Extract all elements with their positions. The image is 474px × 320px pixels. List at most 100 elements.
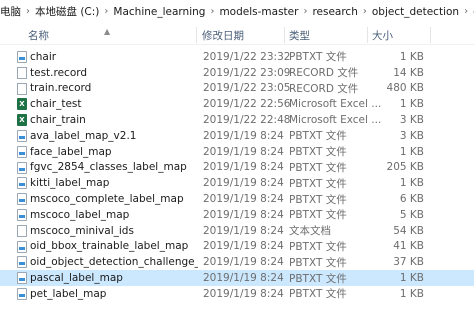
file-date: 2019/1/19 8:24 <box>203 272 284 285</box>
pbtxt-file-icon <box>17 208 27 221</box>
file-type: PBTXT 文件 <box>289 130 347 143</box>
file-size: 1 KB <box>399 287 424 300</box>
file-name: pet_label_map <box>30 287 107 300</box>
chevron-right-icon[interactable]: › <box>301 6 309 17</box>
file-date: 2019/1/19 8:24 <box>203 240 284 253</box>
column-header-name[interactable]: 名称 <box>28 25 49 45</box>
column-header-type[interactable]: 类型 <box>289 25 310 45</box>
file-name: kitti_label_map <box>30 177 110 190</box>
chevron-right-icon[interactable]: › <box>361 6 369 17</box>
file-name: face_label_map <box>30 145 112 158</box>
file-date: 2019/1/22 22:56 <box>203 98 291 111</box>
file-date: 2019/1/19 8:24 <box>203 161 284 174</box>
file-row[interactable]: mscoco_minival_ids 2019/1/19 8:24 文本文档 54 K… <box>0 223 474 239</box>
file-type: PBTXT 文件 <box>289 272 347 285</box>
column-divider[interactable] <box>367 27 368 43</box>
file-size: 1 KB <box>399 272 424 285</box>
pbtxt-file-icon <box>17 240 27 253</box>
file-date: 2019/1/19 8:24 <box>203 287 284 300</box>
file-row[interactable]: Xchair_test 2019/1/22 22:56 Microsoft Exce… <box>0 96 474 112</box>
excel-icon: X <box>17 114 27 127</box>
file-row[interactable]: test.record 2019/1/22 23:09 RECORD 文件 14 KB <box>0 65 474 81</box>
file-date: 2019/1/22 23:05 <box>203 82 291 95</box>
chevron-right-icon[interactable]: › <box>102 6 110 17</box>
file-row[interactable]: pascal_label_map 2019/1/19 8:24 PBTXT 文件 1 … <box>0 270 474 286</box>
pbtxt-file-icon <box>17 129 27 142</box>
pbtxt-file-icon <box>17 256 27 269</box>
file-name: ava_label_map_v2.1 <box>30 129 137 142</box>
file-row[interactable]: Xchair_train 2019/1/22 22:48 Microsoft Exc… <box>0 112 474 128</box>
file-name: mscoco_minival_ids <box>30 224 134 237</box>
file-date: 2019/1/19 8:24 <box>203 177 284 190</box>
pbtxt-file-icon <box>17 161 27 174</box>
file-name: chair_test <box>30 98 82 111</box>
file-type: PBTXT 文件 <box>289 51 347 64</box>
file-name: mscoco_complete_label_map <box>30 193 184 206</box>
file-size: 54 KB <box>393 224 424 237</box>
pbtxt-file-icon <box>17 177 27 190</box>
breadcrumb-item-data[interactable]: data <box>470 6 474 18</box>
file-row[interactable]: mscoco_complete_label_map 2019/1/19 8:24 P… <box>0 191 474 207</box>
file-date: 2019/1/19 8:24 <box>203 256 284 269</box>
file-name: oid_bbox_trainable_label_map <box>30 240 189 253</box>
file-type: PBTXT 文件 <box>289 256 347 269</box>
file-type: PBTXT 文件 <box>289 193 347 206</box>
file-row[interactable]: mscoco_label_map 2019/1/19 8:24 PBTXT 文件 5 … <box>0 207 474 223</box>
file-size: 14 KB <box>393 66 424 79</box>
file-name: oid_object_detection_challenge_500... <box>30 256 198 269</box>
file-name: chair <box>30 50 57 63</box>
file-row[interactable]: ava_label_map_v2.1 2019/1/19 8:24 PBTXT 文件… <box>0 128 474 144</box>
file-date: 2019/1/19 8:24 <box>203 208 284 221</box>
file-type: RECORD 文件 <box>289 67 359 80</box>
file-size: 205 KB <box>386 161 424 174</box>
chevron-right-icon[interactable]: › <box>24 6 32 17</box>
pbtxt-file-icon <box>17 51 27 63</box>
column-header-row: 名称 修改日期 类型 大小 <box>0 25 474 45</box>
file-type: PBTXT 文件 <box>289 161 347 174</box>
file-size: 3 KB <box>399 114 424 127</box>
chevron-right-icon[interactable]: › <box>208 6 216 17</box>
chevron-right-icon[interactable]: › <box>462 6 470 17</box>
column-divider[interactable] <box>284 27 285 43</box>
breadcrumb-item-pc[interactable]: 电脑 <box>0 4 24 19</box>
breadcrumb-item-object-detection[interactable]: object_detection <box>369 6 462 18</box>
pbtxt-file-icon <box>17 145 27 158</box>
breadcrumb-item-models-master[interactable]: models-master <box>216 6 301 18</box>
file-date: 2019/1/19 8:24 <box>203 224 284 237</box>
file-size: 480 KB <box>386 82 424 95</box>
file-row[interactable]: train.record 2019/1/22 23:05 RECORD 文件 480 … <box>0 81 474 97</box>
file-size: 1 KB <box>399 98 424 111</box>
file-type: PBTXT 文件 <box>289 177 347 190</box>
file-size: 37 KB <box>393 256 424 269</box>
file-type: Microsoft Excel ... <box>289 114 382 127</box>
file-size: 41 KB <box>393 240 424 253</box>
column-divider[interactable] <box>196 27 197 43</box>
breadcrumb-item-research[interactable]: research <box>309 6 360 18</box>
file-row[interactable]: chair 2019/1/22 23:32 PBTXT 文件 1 KB <box>0 49 474 65</box>
file-size: 1 KB <box>399 177 424 190</box>
file-row[interactable]: fgvc_2854_classes_label_map 2019/1/19 8:2… <box>0 160 474 176</box>
file-date: 2019/1/22 23:09 <box>203 66 291 79</box>
file-row[interactable]: pet_label_map 2019/1/19 8:24 PBTXT 文件 1 KB <box>0 286 474 302</box>
column-header-size[interactable]: 大小 <box>372 25 393 45</box>
file-row[interactable]: face_label_map 2019/1/19 8:24 PBTXT 文件 1 KB <box>0 144 474 160</box>
file-date: 2019/1/22 22:48 <box>203 114 291 127</box>
file-row[interactable]: oid_object_detection_challenge_500... 201… <box>0 254 474 270</box>
file-icon <box>17 82 27 95</box>
file-date: 2019/1/22 23:32 <box>203 50 291 63</box>
pbtxt-file-icon <box>17 272 27 285</box>
file-type: PBTXT 文件 <box>289 288 347 301</box>
breadcrumb-item-machine-learning[interactable]: Machine_learning <box>110 6 208 18</box>
breadcrumb-item-drive[interactable]: 本地磁盘 (C:) <box>32 4 102 19</box>
file-size: 6 KB <box>399 193 424 206</box>
file-name: test.record <box>30 66 88 79</box>
file-row[interactable]: kitti_label_map 2019/1/19 8:24 PBTXT 文件 1 K… <box>0 175 474 191</box>
file-name: train.record <box>30 82 92 95</box>
column-header-date[interactable]: 修改日期 <box>202 25 244 45</box>
file-date: 2019/1/19 8:24 <box>203 129 284 142</box>
column-divider[interactable] <box>430 27 431 43</box>
file-name: mscoco_label_map <box>30 208 130 221</box>
file-name: chair_train <box>30 114 86 127</box>
file-row[interactable]: oid_bbox_trainable_label_map 2019/1/19 8:… <box>0 239 474 255</box>
file-icon <box>17 66 27 79</box>
